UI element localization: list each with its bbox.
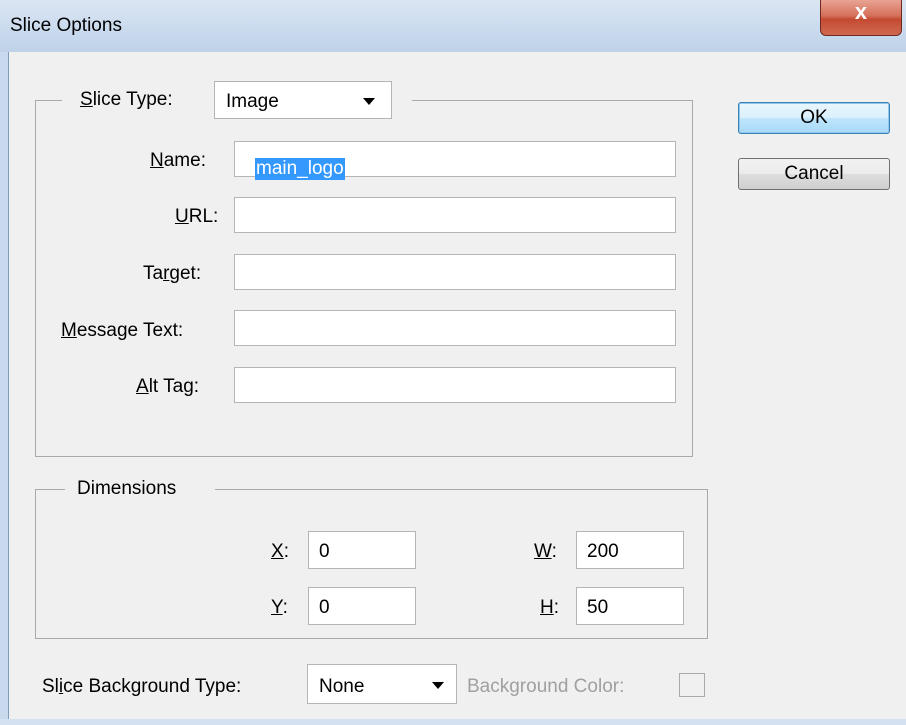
alt-tag-label: Alt Tag: — [136, 376, 200, 397]
x-value: 0 — [319, 541, 330, 562]
title-bar: Slice Options x — [0, 0, 906, 52]
background-type-label: Slice Background Type: — [42, 676, 242, 697]
background-type-value: None — [319, 676, 365, 697]
window-frame-left — [0, 52, 8, 725]
slice-type-label-rest: lice Type: — [92, 89, 173, 110]
window-frame-line — [8, 52, 9, 719]
y-label: Y: — [271, 597, 288, 618]
background-type-select[interactable]: None — [307, 664, 457, 704]
background-color-swatch[interactable] — [679, 673, 705, 697]
background-color-label: Background Color: — [467, 676, 625, 697]
x-input[interactable]: 0 — [308, 531, 416, 569]
target-input[interactable] — [234, 254, 676, 290]
h-input[interactable]: 50 — [576, 587, 684, 625]
x-label: X: — [271, 541, 289, 562]
name-value: main_logo — [255, 158, 345, 180]
chevron-down-icon — [363, 98, 375, 105]
message-text-label: Message Text: — [61, 320, 184, 341]
alt-tag-input[interactable] — [234, 367, 676, 403]
url-label: URL: — [175, 206, 219, 227]
close-button[interactable]: x — [820, 0, 902, 36]
dimensions-legend: Dimensions — [77, 478, 177, 499]
h-label: H: — [540, 597, 560, 618]
w-label: W: — [534, 541, 557, 562]
close-icon: x — [854, 0, 868, 24]
cancel-button[interactable]: Cancel — [738, 158, 890, 190]
window-frame-bottom — [0, 719, 906, 725]
w-value: 200 — [587, 541, 619, 562]
message-text-input[interactable] — [234, 310, 676, 346]
w-input[interactable]: 200 — [576, 531, 684, 569]
chevron-down-icon — [432, 682, 444, 689]
y-value: 0 — [319, 597, 330, 618]
name-label: Name: — [150, 150, 206, 171]
slice-type-select[interactable]: Image — [214, 81, 392, 119]
window-title: Slice Options — [10, 15, 122, 36]
url-input[interactable] — [234, 197, 676, 233]
target-label: Target: — [143, 263, 202, 284]
h-value: 50 — [587, 597, 609, 618]
slice-type-label: Slice Type: — [80, 89, 173, 110]
name-input[interactable]: main_logo — [234, 141, 676, 180]
slice-type-value: Image — [226, 91, 279, 112]
ok-button[interactable]: OK — [738, 102, 890, 134]
y-input[interactable]: 0 — [308, 587, 416, 625]
